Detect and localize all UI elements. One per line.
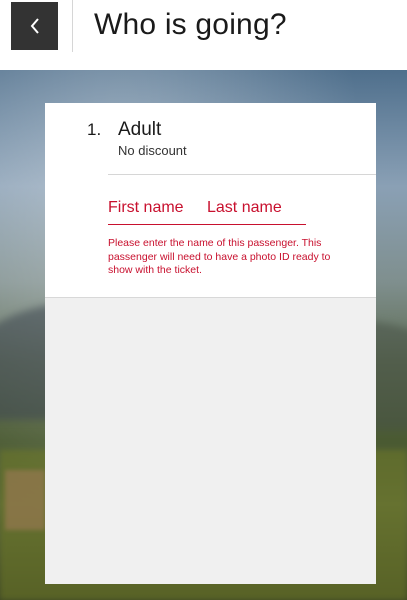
passenger-entry: 1. Adult No discount First name Last nam… (45, 103, 376, 298)
passenger-discount: No discount (118, 143, 187, 158)
card-divider (108, 174, 376, 175)
passenger-card: 1. Adult No discount First name Last nam… (45, 103, 376, 584)
last-name-field[interactable]: Last name (207, 199, 282, 217)
back-button[interactable] (11, 2, 58, 50)
page-title: Who is going? (94, 8, 287, 41)
passenger-type: Adult (118, 119, 162, 140)
validation-error-message: Please enter the name of this passenger.… (108, 237, 331, 276)
passenger-index: 1. (87, 120, 102, 139)
app-header: Who is going? (0, 0, 407, 70)
chevron-left-icon (30, 18, 39, 34)
header-divider (72, 0, 73, 52)
first-name-field[interactable]: First name (108, 199, 184, 217)
name-field-underline (108, 224, 306, 225)
